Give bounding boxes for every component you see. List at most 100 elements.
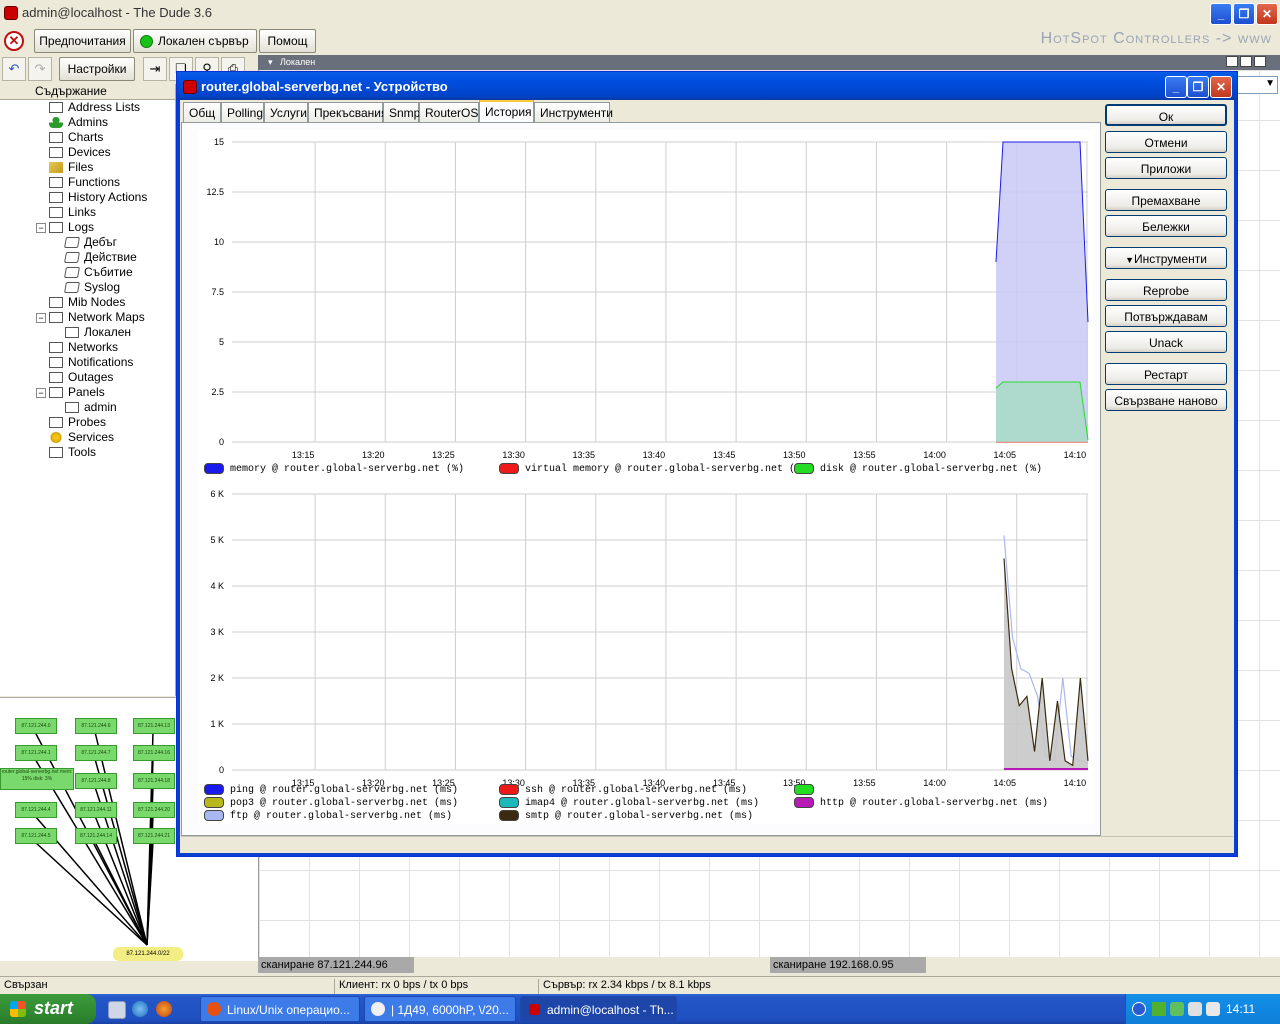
router-map-node[interactable]: router.global-serverbg.net mem: 15% disk… bbox=[0, 768, 74, 790]
chevron-down-icon[interactable]: ▾ bbox=[268, 57, 273, 68]
preferences-button[interactable]: Предпочитания bbox=[34, 29, 131, 53]
zoom-select[interactable]: ▼ bbox=[1236, 76, 1278, 94]
expand-toggle-icon[interactable]: − bbox=[36, 388, 46, 398]
tab-0[interactable]: Общ bbox=[183, 102, 221, 122]
tree-item[interactable]: Functions bbox=[49, 175, 120, 190]
tree-item-label: Charts bbox=[68, 130, 104, 144]
reboot-button[interactable]: Рестарт bbox=[1105, 363, 1227, 385]
reconnect-button[interactable]: Свързване наново bbox=[1105, 389, 1227, 411]
cancel-button[interactable]: Отмени bbox=[1105, 131, 1227, 153]
tree-item[interactable]: Tools bbox=[49, 445, 96, 460]
map-device-node[interactable]: 87.121.244.11 bbox=[75, 802, 117, 818]
tab-5[interactable]: RouterOS bbox=[419, 102, 479, 122]
tools-button[interactable]: ▼Инструменти bbox=[1105, 247, 1227, 269]
tree-item[interactable]: Notifications bbox=[49, 355, 133, 370]
ok-button[interactable]: Ок bbox=[1105, 104, 1227, 126]
local-server-button[interactable]: Локален сървър bbox=[133, 29, 257, 53]
map-device-node[interactable]: 87.121.244.0 bbox=[15, 718, 57, 734]
tree-item[interactable]: Локален bbox=[65, 325, 131, 340]
tray-icon-4[interactable] bbox=[1206, 1002, 1220, 1016]
tree-item[interactable]: Logs bbox=[49, 220, 94, 235]
internet-explorer-icon[interactable] bbox=[132, 1001, 148, 1017]
start-button[interactable]: start bbox=[0, 994, 96, 1024]
taskbar-item-2[interactable]: | 1Д49, 6000hP, \/20... bbox=[364, 996, 516, 1022]
expand-toggle-icon[interactable]: − bbox=[36, 313, 46, 323]
tree-item[interactable]: Outages bbox=[49, 370, 113, 385]
taskbar-item-3[interactable]: admin@localhost - Th... bbox=[520, 996, 677, 1022]
start-label: start bbox=[34, 998, 74, 1018]
tray-arrow-icon[interactable] bbox=[1132, 1002, 1146, 1016]
apply-button[interactable]: Приложи bbox=[1105, 157, 1227, 179]
layout-toggle-icons[interactable] bbox=[1226, 56, 1276, 68]
tab-6[interactable]: История bbox=[479, 100, 534, 123]
export-icon[interactable]: ⇥ bbox=[143, 57, 167, 81]
hotspot-banner[interactable]: HotSpot Controllers -> www bbox=[1041, 30, 1272, 48]
map-device-node[interactable]: 87.121.244.6 bbox=[75, 718, 117, 734]
map-device-node[interactable]: 87.121.244.7 bbox=[75, 745, 117, 761]
tree-item[interactable]: Files bbox=[49, 160, 93, 175]
map-device-node[interactable]: 87.121.244.18 bbox=[133, 773, 175, 789]
tree-item[interactable]: Събитие bbox=[64, 265, 133, 280]
tree-item[interactable]: Address Lists bbox=[49, 100, 140, 115]
map-device-node[interactable]: 87.121.244.4 bbox=[15, 802, 57, 818]
tree-item[interactable]: Действие bbox=[64, 250, 137, 265]
tree-item[interactable]: Charts bbox=[49, 130, 103, 145]
tree-item-label: Networks bbox=[68, 340, 119, 354]
disconnect-icon[interactable]: ✕ bbox=[4, 31, 24, 51]
dialog-title-bar[interactable]: router.global-serverbg.net - Устройство … bbox=[177, 72, 1237, 100]
clock[interactable]: 14:11 bbox=[1226, 1002, 1255, 1016]
map-device-node[interactable]: 87.121.244.21 bbox=[133, 828, 175, 844]
tree-item-label: Събитие bbox=[84, 265, 133, 279]
map-device-node[interactable]: 87.121.244.16 bbox=[133, 745, 175, 761]
expand-toggle-icon[interactable]: − bbox=[36, 223, 46, 233]
help-button[interactable]: Помощ bbox=[259, 29, 316, 53]
dialog-close-button[interactable]: ✕ bbox=[1210, 76, 1232, 98]
tree-header[interactable]: Съдържание bbox=[0, 84, 175, 100]
map-device-node[interactable]: 87.121.244.5 bbox=[15, 828, 57, 844]
tree-item[interactable]: Mib Nodes bbox=[49, 295, 125, 310]
tree-item[interactable]: Devices bbox=[49, 145, 111, 160]
tree-item[interactable]: Services bbox=[49, 430, 114, 445]
tab-2[interactable]: Услуги bbox=[264, 102, 308, 122]
reprobe-button[interactable]: Reprobe bbox=[1105, 279, 1227, 301]
close-button[interactable]: ✕ bbox=[1256, 3, 1278, 25]
tab-4[interactable]: Snmp bbox=[383, 102, 420, 122]
settings-button[interactable]: Настройки bbox=[59, 57, 135, 81]
map-device-node[interactable]: 87.121.244.8 bbox=[75, 773, 117, 789]
map-device-node[interactable]: 87.121.244.20 bbox=[133, 802, 175, 818]
firefox-icon[interactable] bbox=[156, 1001, 172, 1017]
map-device-node[interactable]: 87.121.244.14 bbox=[75, 828, 117, 844]
unack-button[interactable]: Unack bbox=[1105, 331, 1227, 353]
tray-icon-3[interactable] bbox=[1188, 1002, 1202, 1016]
tree-item[interactable]: Networks bbox=[49, 340, 118, 355]
tree-item[interactable]: Links bbox=[49, 205, 96, 220]
undo-icon[interactable]: ↶ bbox=[2, 57, 26, 81]
tree-item[interactable]: History Actions bbox=[49, 190, 147, 205]
tree-item[interactable]: Panels bbox=[49, 385, 105, 400]
dialog-maximize-button[interactable]: ❐ bbox=[1187, 76, 1209, 98]
ack-button[interactable]: Потвърждавам bbox=[1105, 305, 1227, 327]
tree-item[interactable]: admin bbox=[65, 400, 117, 415]
redo-icon[interactable]: ↷ bbox=[28, 57, 52, 81]
maximize-button[interactable]: ❐ bbox=[1233, 3, 1255, 25]
tray-icon-2[interactable] bbox=[1170, 1002, 1184, 1016]
show-desktop-icon[interactable] bbox=[108, 1001, 126, 1019]
map-device-node[interactable]: 87.121.244.13 bbox=[133, 718, 175, 734]
tree-item[interactable]: Syslog bbox=[64, 280, 120, 295]
tree-item[interactable]: Admins bbox=[49, 115, 108, 130]
minimize-button[interactable]: _ bbox=[1210, 3, 1232, 25]
map-device-node[interactable]: 87.121.244.1 bbox=[15, 745, 57, 761]
tree-item[interactable]: Дебъг bbox=[64, 235, 117, 250]
tray-icon-1[interactable] bbox=[1152, 1002, 1166, 1016]
tab-3[interactable]: Прекъсвания bbox=[308, 102, 387, 122]
tree-item[interactable]: Probes bbox=[49, 415, 106, 430]
subnet-node[interactable]: 87.121.244.0/22 bbox=[113, 947, 183, 961]
dialog-minimize-button[interactable]: _ bbox=[1165, 76, 1187, 98]
tree-item[interactable]: Network Maps bbox=[49, 310, 145, 325]
notes-button[interactable]: Бележки bbox=[1105, 215, 1227, 237]
tab-7[interactable]: Инструменти bbox=[534, 102, 613, 122]
taskbar-item-1[interactable]: Linux/Unix операцио... bbox=[200, 996, 360, 1022]
tab-1[interactable]: Polling bbox=[221, 102, 264, 122]
map-tab-label[interactable]: Локален bbox=[280, 57, 315, 67]
remove-button[interactable]: Премахване bbox=[1105, 189, 1227, 211]
